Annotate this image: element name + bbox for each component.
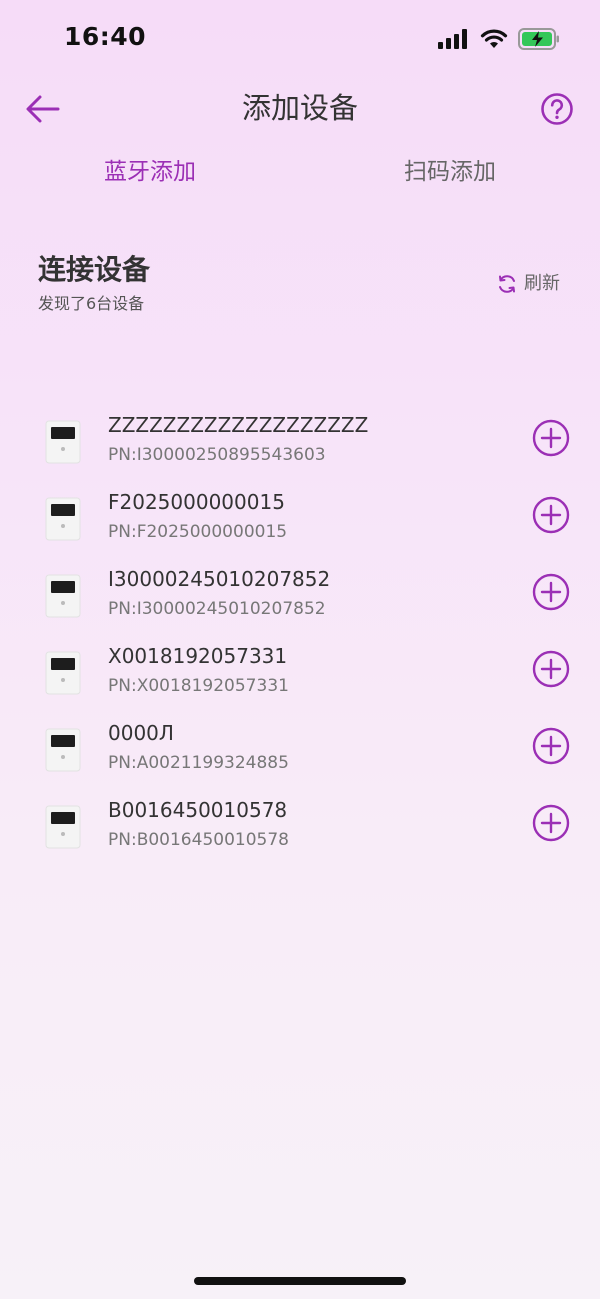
page-title: 添加设备 bbox=[241, 91, 358, 125]
device-name: B0016450010578 bbox=[108, 798, 288, 822]
device-list-item: ZZZZZZZZZZZZZZZZZZZ PN:I3000025089554360… bbox=[0, 398, 600, 475]
inverter-device-icon bbox=[45, 420, 81, 464]
nav-bar: 添加设备 bbox=[0, 80, 600, 136]
status-bar: 16:40 bbox=[0, 0, 600, 80]
device-list-item: I30000245010207852 PN:I30000245010207852 bbox=[0, 552, 600, 629]
help-button[interactable] bbox=[538, 90, 576, 128]
device-name: I30000245010207852 bbox=[108, 567, 331, 591]
tab-scan-add[interactable]: 扫码添加 bbox=[300, 150, 600, 194]
device-list: ZZZZZZZZZZZZZZZZZZZ PN:I3000025089554360… bbox=[0, 398, 600, 860]
device-list-item: F2025000000015 PN:F2025000000015 bbox=[0, 475, 600, 552]
status-icons bbox=[438, 28, 560, 50]
device-count-text: 发现了6台设备 bbox=[38, 294, 145, 313]
screen: 16:40 添加设备 蓝牙添加 扫码添加 连接设备 发现了6台设备 刷新 ZZZ… bbox=[0, 0, 600, 1299]
device-name: 0000Л bbox=[108, 721, 174, 745]
add-device-button[interactable] bbox=[531, 649, 571, 689]
device-pn: PN:F2025000000015 bbox=[108, 522, 288, 542]
refresh-button[interactable]: 刷新 bbox=[496, 270, 560, 298]
inverter-device-icon bbox=[45, 805, 81, 849]
device-pn: PN:A0021199324885 bbox=[108, 753, 289, 773]
inverter-device-icon bbox=[45, 574, 81, 618]
device-list-item: B0016450010578 PN:B0016450010578 bbox=[0, 783, 600, 860]
inverter-device-icon bbox=[45, 728, 81, 772]
signal-icon bbox=[438, 29, 467, 49]
add-device-button[interactable] bbox=[531, 726, 571, 766]
inverter-device-icon bbox=[45, 497, 81, 541]
device-pn: PN:B0016450010578 bbox=[108, 830, 289, 850]
add-device-button[interactable] bbox=[531, 418, 571, 458]
battery-charging-icon bbox=[518, 28, 559, 50]
section-title: 连接设备 bbox=[38, 253, 151, 286]
device-name: X0018192057331 bbox=[108, 644, 288, 668]
home-indicator[interactable] bbox=[194, 1277, 406, 1285]
refresh-icon bbox=[499, 275, 515, 293]
device-list-item: 0000Л PN:A0021199324885 bbox=[0, 706, 600, 783]
device-pn: PN:I30000245010207852 bbox=[108, 599, 326, 619]
device-pn: PN:I30000250895543603 bbox=[108, 445, 326, 465]
inverter-device-icon bbox=[45, 651, 81, 695]
tab-bluetooth-add[interactable]: 蓝牙添加 bbox=[0, 150, 300, 194]
tab-bar: 蓝牙添加 扫码添加 bbox=[0, 150, 600, 194]
add-device-button[interactable] bbox=[531, 572, 571, 612]
device-name: F2025000000015 bbox=[108, 490, 285, 514]
add-device-button[interactable] bbox=[531, 803, 571, 843]
device-name: ZZZZZZZZZZZZZZZZZZZ bbox=[108, 413, 369, 437]
device-pn: PN:X0018192057331 bbox=[108, 676, 289, 696]
question-circle-icon bbox=[541, 93, 573, 125]
status-time: 16:40 bbox=[64, 22, 147, 51]
add-device-button[interactable] bbox=[531, 495, 571, 535]
refresh-label: 刷新 bbox=[524, 273, 560, 294]
wifi-icon bbox=[480, 29, 508, 48]
device-list-item: X0018192057331 PN:X0018192057331 bbox=[0, 629, 600, 706]
